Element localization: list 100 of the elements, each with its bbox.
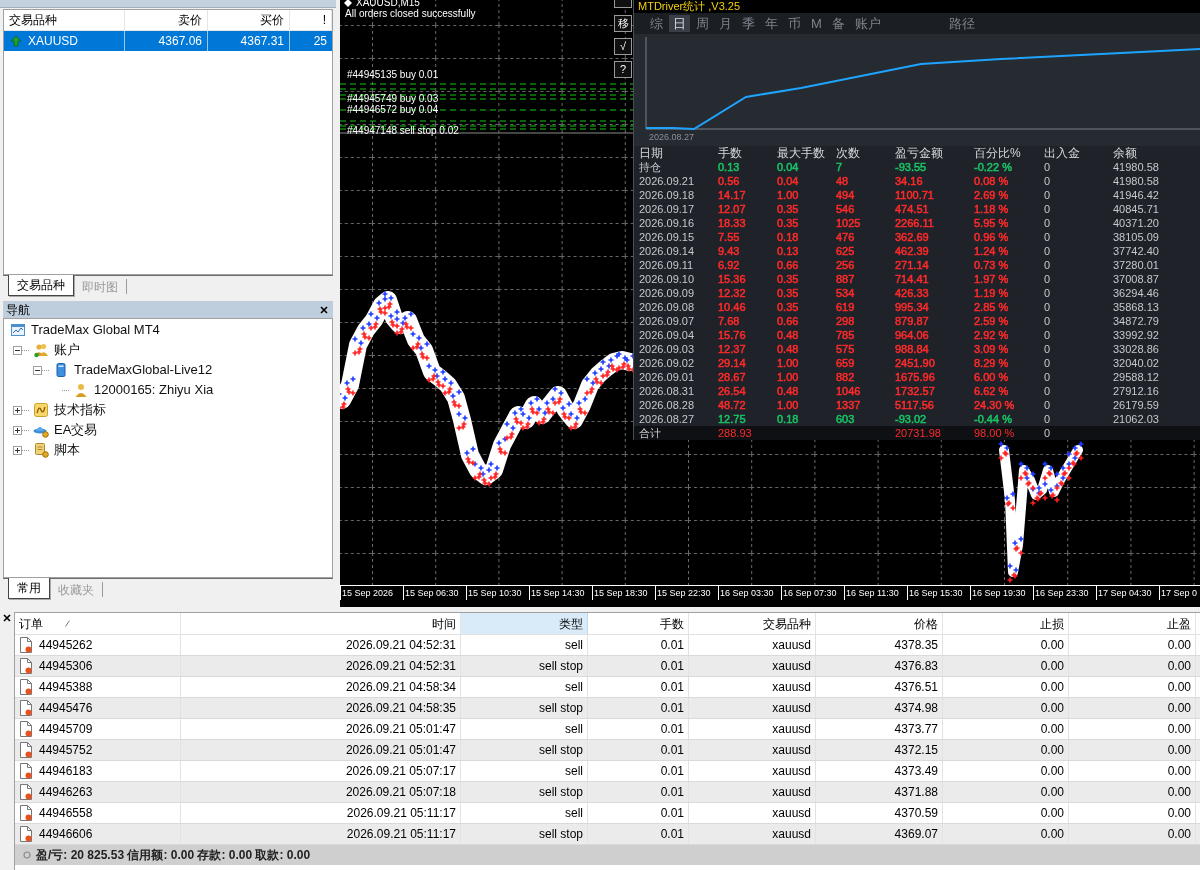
- panel-tab[interactable]: 常用: [8, 578, 50, 599]
- table-cell-text: 603: [836, 412, 856, 426]
- order-label: #44945749 buy 0.03: [347, 93, 439, 104]
- table-cell-text: 2026.09.01: [639, 370, 696, 384]
- tree-item[interactable]: 技术指标: [54, 402, 106, 418]
- close-button[interactable]: [319, 304, 329, 315]
- table-cell-text: 1.97 %: [974, 272, 1010, 286]
- table-cell-text: 28.67: [718, 370, 747, 384]
- table-cell: sell stop: [461, 698, 588, 718]
- tree-item[interactable]: TradeMax Global MT4: [31, 322, 160, 338]
- table-cell-text: 2026.09.11: [639, 258, 695, 272]
- table-cell: 0.00: [943, 782, 1069, 802]
- tree-item[interactable]: TradeMaxGlobal-Live12: [74, 362, 213, 378]
- plus-box-icon[interactable]: [13, 445, 22, 455]
- table-cell-text: 44946606: [39, 826, 93, 843]
- table-cell-text: 33028.86: [1113, 342, 1160, 356]
- table-cell-text: 29588.12: [1113, 370, 1160, 384]
- tree-item[interactable]: 脚本: [54, 442, 80, 458]
- table-cell-text: 0: [1044, 216, 1052, 230]
- table-cell-text: 2026.09.04: [639, 328, 696, 342]
- plus-box-icon[interactable]: [13, 405, 22, 415]
- table-cell-text: 2.92 %: [974, 328, 1010, 342]
- table-cell-text: -0.22 %: [974, 160, 1013, 174]
- stats-tab[interactable]: M: [807, 15, 826, 32]
- time-label: 16 Sep 19:30: [970, 586, 1033, 600]
- table-cell-text: 0.08 %: [974, 174, 1010, 188]
- tool-button[interactable]: 移: [614, 15, 632, 32]
- time-label: 16 Sep 03:30: [718, 586, 781, 600]
- table-cell-text: 0: [1044, 286, 1052, 300]
- column-header[interactable]: 类型: [461, 613, 588, 634]
- minus-box-icon[interactable]: [13, 345, 22, 355]
- table-cell-text: 2026.09.02: [639, 356, 696, 370]
- table-cell: 2026.09.21 04:52:31: [181, 635, 461, 655]
- tree-item[interactable]: 账户: [54, 342, 80, 358]
- plus-box-icon[interactable]: [13, 425, 22, 435]
- table-cell-text: 0.35: [777, 300, 800, 314]
- close-button[interactable]: [2, 613, 12, 623]
- stats-tab[interactable]: 路径: [944, 15, 979, 32]
- table-cell-text: 462.39: [895, 244, 930, 258]
- stats-tab[interactable]: 年: [761, 15, 782, 32]
- table-cell: 0.00: [1069, 761, 1196, 781]
- table-cell-text: 2026.09.15: [639, 230, 696, 244]
- table-cell-text: 27912.16: [1113, 384, 1160, 398]
- table-cell-text: 98.00 %: [974, 426, 1016, 440]
- stats-tab[interactable]: 月: [715, 15, 736, 32]
- table-cell-text: 44946183: [39, 763, 93, 780]
- table-cell: 4373.77: [816, 719, 943, 739]
- table-cell: 0.00: [943, 656, 1069, 676]
- column-header[interactable]: !: [290, 10, 332, 30]
- table-cell: 0.00: [1069, 635, 1196, 655]
- axis-label: 2026.08.27: [648, 132, 696, 142]
- table-cell: sell: [461, 719, 588, 739]
- tool-button[interactable]: ?: [614, 61, 632, 78]
- symbol-row[interactable]: XAUUSD 4367.06 4367.31 25: [4, 31, 332, 51]
- stats-tab[interactable]: 周: [692, 15, 713, 32]
- table-cell-text: 2026.09.10: [639, 272, 696, 286]
- table-cell: sell: [461, 677, 588, 697]
- table-cell-text: 6.92: [718, 258, 741, 272]
- tool-button[interactable]: √: [614, 38, 632, 55]
- table-cell-text: 12.37: [718, 342, 747, 356]
- table-cell-text: 0.18: [777, 230, 800, 244]
- table-cell-text: 7: [836, 160, 844, 174]
- table-cell-text: 964.06: [895, 328, 930, 342]
- minus-box-icon[interactable]: [33, 365, 42, 375]
- table-cell-text: 5117.56: [895, 398, 935, 412]
- table-cell-text: 29.14: [718, 356, 747, 370]
- document-icon: [19, 742, 33, 758]
- column-header[interactable]: 买价: [208, 10, 290, 30]
- account-summary: 盈/亏: 20 825.53 信用额: 0.00 存款: 0.00 取款: 0.00: [36, 847, 311, 864]
- time-label: 16 Sep 11:30: [844, 586, 907, 600]
- table-cell-text: 2026.09.16: [639, 216, 696, 230]
- table-cell: 0.00: [943, 635, 1069, 655]
- table-cell-text: 0: [1044, 272, 1052, 286]
- table-cell: 0.01: [588, 656, 689, 676]
- table-cell: 0.01: [588, 782, 689, 802]
- column-header: 出入金: [1044, 146, 1081, 160]
- time-label: 15 Sep 18:30: [592, 586, 655, 600]
- panel-tab[interactable]: 交易品种: [8, 275, 74, 296]
- table-cell: xauusd: [689, 656, 816, 676]
- stats-tab[interactable]: 币: [784, 15, 805, 32]
- table-cell-text: 10.46: [718, 300, 747, 314]
- table-cell: 2026.09.21 05:01:47: [181, 719, 461, 739]
- table-cell-text: 2026.09.09: [639, 286, 696, 300]
- time-label: 16 Sep 15:30: [907, 586, 970, 600]
- column-header[interactable]: 交易品种: [4, 10, 125, 30]
- stats-tab[interactable]: 季: [738, 15, 759, 32]
- stats-tab[interactable]: 综: [646, 15, 667, 32]
- table-cell: xauusd: [689, 677, 816, 697]
- column-header[interactable]: 卖价: [125, 10, 208, 30]
- table-cell-text: 625: [836, 244, 856, 258]
- table-cell: 4374.98: [816, 698, 943, 718]
- table-cell-text: 1337: [836, 398, 862, 412]
- table-cell: 4369.07: [816, 824, 943, 844]
- table-cell: 0.00: [1069, 803, 1196, 823]
- table-cell-text: 1025: [836, 216, 862, 230]
- stats-tab[interactable]: 日: [669, 15, 690, 32]
- tree-item[interactable]: 12000165: Zhiyu Xia: [94, 382, 214, 398]
- stats-tab[interactable]: 账户: [850, 15, 885, 32]
- tree-item[interactable]: EA交易: [54, 422, 98, 438]
- stats-tab[interactable]: 备: [827, 15, 849, 32]
